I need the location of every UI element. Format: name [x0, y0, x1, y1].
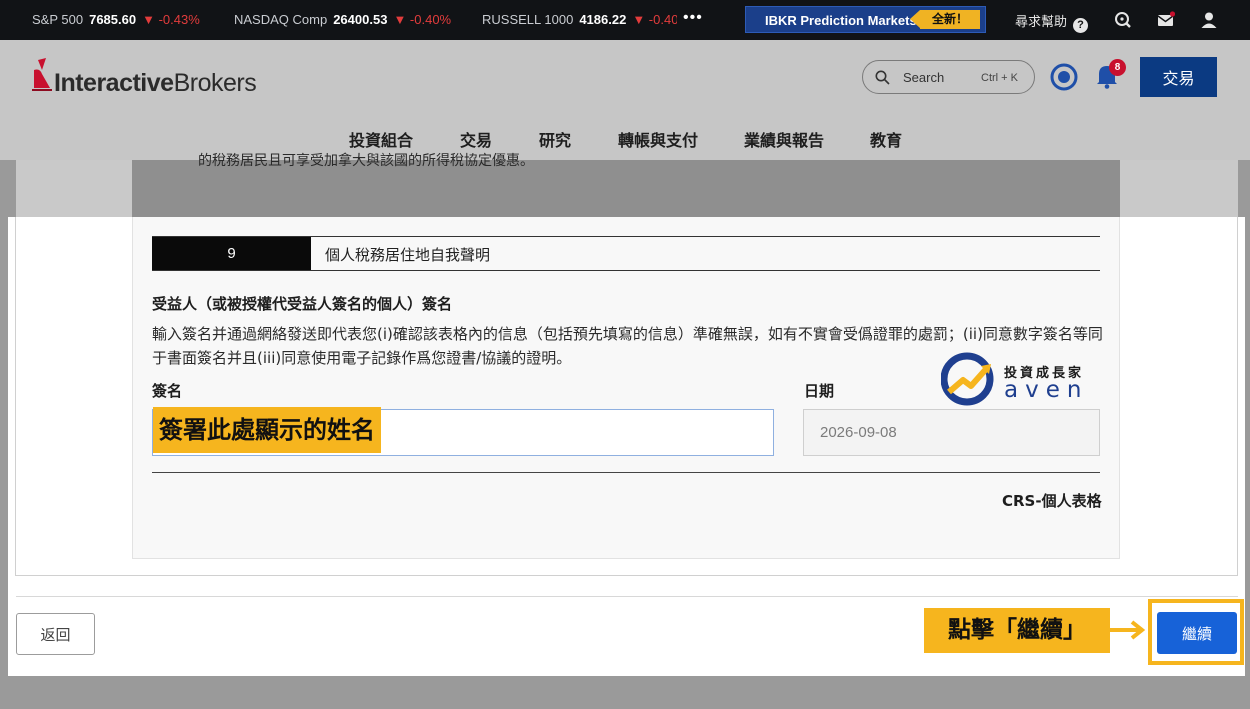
footer-divider — [16, 596, 1238, 597]
ticker-russell[interactable]: RUSSELL 1000 4186.22 ▼ -0.40 — [482, 12, 677, 27]
nav-performance-reports[interactable]: 業績與報告 — [744, 127, 824, 151]
nav-trade[interactable]: 交易 — [460, 127, 492, 151]
dimmed-panel-left — [16, 160, 132, 218]
section-divider-bottom — [152, 270, 1100, 271]
card-border-left — [15, 217, 16, 575]
continue-button[interactable]: 繼續 — [1157, 612, 1237, 654]
brand-logo-text[interactable]: InteractiveBrokers — [54, 69, 257, 98]
brand-name-bold: Interactive — [54, 69, 174, 97]
trade-button[interactable]: 交易 — [1140, 57, 1217, 97]
new-badge: 全新！ — [910, 10, 980, 29]
notification-count-badge: 8 — [1109, 59, 1126, 76]
back-button[interactable]: 返回 — [16, 613, 95, 655]
question-icon: ? — [1073, 18, 1089, 33]
nav-portfolio[interactable]: 投資組合 — [349, 127, 413, 151]
prediction-markets-banner[interactable]: IBKR Prediction Markets 全新！ — [745, 6, 986, 33]
search-icon — [875, 70, 890, 85]
ticker-change: ▼ -0.43% — [142, 12, 200, 27]
signature-callout: 簽署此處顯示的姓名 — [153, 407, 381, 453]
ticker-value: 4186.22 — [579, 12, 627, 27]
ticker-more-icon[interactable]: ••• — [683, 9, 703, 27]
help-label: 尋求幫助 — [1015, 14, 1068, 29]
search-shortcut: Ctrl + K — [981, 72, 1018, 84]
search-label: Search — [903, 70, 945, 85]
chat-search-icon[interactable] — [1114, 11, 1132, 29]
card-border-bottom — [15, 575, 1238, 576]
date-field: 2026-09-08 — [803, 409, 1100, 456]
signature-heading: 受益人（或被授權代受益人簽名的個人）簽名 — [152, 295, 453, 313]
form-separator — [152, 472, 1100, 473]
ib-logo-icon[interactable] — [32, 58, 54, 92]
ticker-change: ▼ -0.40 — [632, 12, 677, 27]
ticker-nasdaq[interactable]: NASDAQ Comp 26400.53 ▼ -0.40% — [234, 12, 451, 27]
assistant-ring-icon[interactable] — [1050, 63, 1078, 91]
section-title: 個人稅務居住地自我聲明 — [325, 246, 491, 264]
ticker-value: 7685.60 — [89, 12, 137, 27]
prediction-markets-label: IBKR Prediction Markets — [765, 13, 917, 28]
signature-label: 簽名 — [152, 382, 183, 400]
help-link[interactable]: 尋求幫助? — [1015, 11, 1089, 33]
click-continue-annotation: 點擊「繼續」 — [924, 608, 1110, 653]
user-icon[interactable] — [1200, 11, 1218, 29]
search-box[interactable]: Search Ctrl + K — [862, 60, 1035, 94]
section-number: 9 — [152, 237, 311, 270]
ticker-name: NASDAQ Comp — [234, 12, 328, 27]
ticker-change: ▼ -0.40% — [393, 12, 452, 27]
ticker-value: 26400.53 — [333, 12, 388, 27]
card-border-right — [1237, 217, 1238, 575]
form-name-label: CRS-個人表格 — [1002, 492, 1102, 510]
market-ticker-bar: S&P 500 7685.60 ▼ -0.43% NASDAQ Comp 26400.… — [0, 0, 1250, 40]
brand-name-rest: Brokers — [173, 69, 257, 97]
nav-research[interactable]: 研究 — [539, 127, 571, 151]
arrow-right-icon — [1110, 620, 1146, 640]
watermark-logo-icon — [941, 352, 994, 406]
watermark-en-text: aven — [1004, 377, 1089, 403]
mail-icon[interactable] — [1157, 11, 1175, 29]
nav-education[interactable]: 教育 — [870, 127, 902, 151]
ticker-name: RUSSELL 1000 — [482, 12, 574, 27]
ticker-name: S&P 500 — [32, 12, 84, 27]
date-label: 日期 — [804, 382, 835, 400]
ticker-sp500[interactable]: S&P 500 7685.60 ▼ -0.43% — [32, 12, 200, 27]
nav-transfer-pay[interactable]: 轉帳與支付 — [618, 127, 698, 151]
truncated-form-text: 的稅務居民且可享受加拿大與該國的所得稅協定優惠。 — [198, 153, 534, 169]
dimmed-panel-right — [1120, 160, 1238, 218]
